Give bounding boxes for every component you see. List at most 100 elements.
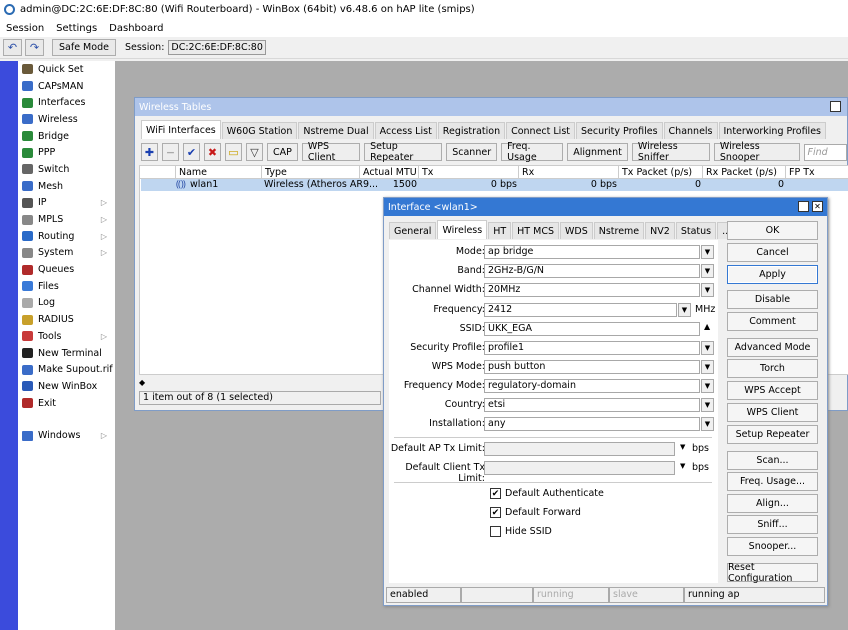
snooper-button[interactable]: Snooper... — [727, 537, 818, 556]
sidebar-item-ppp[interactable]: PPP — [18, 144, 115, 161]
sidebar-item-queues[interactable]: Queues — [18, 261, 115, 278]
sidebar-item-system[interactable]: System ▷ — [18, 245, 115, 262]
checkbox-icon[interactable] — [490, 526, 501, 537]
dropdown-icon[interactable]: ▼ — [680, 462, 685, 470]
tab-connect-list[interactable]: Connect List — [506, 122, 576, 139]
column-fp-tx[interactable]: FP Tx — [786, 166, 848, 179]
sidebar-item-new-terminal[interactable]: New Terminal — [18, 345, 115, 362]
sidebar-item-ip[interactable]: IP ▷ — [18, 195, 115, 212]
alignment-button[interactable]: Alignment — [567, 143, 628, 161]
redo-icon[interactable]: ↷ — [25, 39, 44, 56]
torch-button[interactable]: Torch — [727, 359, 818, 378]
setup-repeater-button[interactable]: Setup Repeater — [727, 425, 818, 444]
enable-icon[interactable]: ✔ — [183, 143, 200, 161]
tab-nv2[interactable]: NV2 — [645, 222, 675, 239]
sidebar-item-exit[interactable]: Exit — [18, 395, 115, 412]
comment-button[interactable]: Comment — [727, 312, 818, 331]
scan-button[interactable]: Scan... — [727, 451, 818, 470]
sidebar-item-mesh[interactable]: Mesh — [18, 178, 115, 195]
tab-wifi-interfaces[interactable]: WiFi Interfaces — [141, 120, 221, 139]
default-authenticate-checkbox[interactable]: ✔ Default Authenticate — [490, 488, 604, 499]
checkbox-icon[interactable]: ✔ — [490, 488, 501, 499]
sidebar-item-tools[interactable]: Tools ▷ — [18, 328, 115, 345]
tab-ht[interactable]: HT — [488, 222, 512, 239]
menu-session[interactable]: Session — [0, 23, 50, 34]
sidebar-item-quick-set[interactable]: Quick Set — [18, 61, 115, 78]
security-profile-select[interactable]: profile1 — [484, 341, 700, 355]
mode-select[interactable]: ap bridge — [484, 245, 700, 259]
tab-nstreme-dual[interactable]: Nstreme Dual — [298, 122, 374, 139]
remove-icon[interactable]: − — [162, 143, 179, 161]
menu-settings[interactable]: Settings — [50, 23, 103, 34]
column-name[interactable]: Name — [176, 166, 262, 179]
sidebar-item-interfaces[interactable]: Interfaces — [18, 94, 115, 111]
wps-client-button[interactable]: WPS Client — [727, 403, 818, 422]
scanner-button[interactable]: Scanner — [446, 143, 498, 161]
cap-button[interactable]: CAP — [267, 143, 298, 161]
column-rx[interactable]: Rx — [519, 166, 619, 179]
sidebar-item-radius[interactable]: RADIUS — [18, 311, 115, 328]
wps-mode-select[interactable]: push button — [484, 360, 700, 374]
dropdown-icon[interactable]: ▼ — [678, 303, 691, 317]
filter-icon[interactable]: ▽ — [246, 143, 263, 161]
tab-ht-mcs[interactable]: HT MCS — [512, 222, 559, 239]
apply-button[interactable]: Apply — [727, 265, 818, 284]
wps-accept-button[interactable]: WPS Accept — [727, 381, 818, 400]
maximize-icon[interactable] — [798, 201, 809, 212]
sidebar-item-make-supout-rif[interactable]: Make Supout.rif — [18, 361, 115, 378]
frequency-select[interactable]: 2412 — [484, 303, 677, 317]
reset-configuration-button[interactable]: Reset Configuration — [727, 562, 818, 584]
tab-wireless[interactable]: Wireless — [437, 220, 488, 239]
column-actual-mtu[interactable]: Actual MTU — [360, 166, 419, 179]
client-tx-limit-input[interactable] — [484, 461, 675, 475]
setup-repeater-button[interactable]: Setup Repeater — [364, 141, 443, 163]
scroll-left-icon[interactable]: ◆ — [139, 378, 145, 387]
tab-security-profiles[interactable]: Security Profiles — [576, 122, 663, 139]
column-type[interactable]: Type — [262, 166, 360, 179]
freq-usage-button[interactable]: Freq. Usage... — [727, 472, 818, 491]
close-icon[interactable]: ✕ — [812, 201, 823, 212]
frequency-mode-select[interactable]: regulatory-domain — [484, 379, 700, 393]
installation-select[interactable]: any — [484, 417, 700, 431]
wireless-snooper-button[interactable]: Wireless Snooper — [713, 141, 800, 163]
tab-access-list[interactable]: Access List — [374, 122, 437, 139]
tab-w60g-station[interactable]: W60G Station — [221, 122, 298, 139]
collapse-icon[interactable]: ▲ — [704, 322, 710, 331]
dropdown-icon[interactable]: ▼ — [701, 264, 714, 278]
wps-client-button[interactable]: WPS Client — [301, 141, 361, 163]
disable-button[interactable]: Disable — [727, 290, 818, 309]
add-icon[interactable]: ✚ — [141, 143, 158, 161]
dropdown-icon[interactable]: ▼ — [701, 283, 714, 297]
dropdown-icon[interactable]: ▼ — [680, 443, 685, 451]
ok-button[interactable]: OK — [727, 221, 818, 240]
default-forward-checkbox[interactable]: ✔ Default Forward — [490, 507, 581, 518]
disable-icon[interactable]: ✖ — [204, 143, 221, 161]
band-select[interactable]: 2GHz-B/G/N — [484, 264, 700, 278]
tab-nstreme[interactable]: Nstreme — [593, 222, 645, 239]
dropdown-icon[interactable]: ▼ — [701, 417, 714, 431]
tab-registration[interactable]: Registration — [437, 122, 506, 139]
menu-dashboard[interactable]: Dashboard — [103, 23, 169, 34]
ssid-input[interactable]: UKK_EGA — [484, 322, 700, 336]
sidebar-item-bridge[interactable]: Bridge — [18, 128, 115, 145]
tab-general[interactable]: General — [389, 222, 437, 239]
comment-icon[interactable]: ▭ — [225, 143, 242, 161]
sniff-button[interactable]: Sniff... — [727, 515, 818, 534]
sidebar-item-routing[interactable]: Routing ▷ — [18, 228, 115, 245]
freq-usage-button[interactable]: Freq. Usage — [501, 141, 564, 163]
undo-icon[interactable]: ↶ — [3, 39, 22, 56]
checkbox-icon[interactable]: ✔ — [490, 507, 501, 518]
dropdown-icon[interactable]: ▼ — [701, 341, 714, 355]
cancel-button[interactable]: Cancel — [727, 243, 818, 262]
hide-ssid-checkbox[interactable]: Hide SSID — [490, 526, 552, 537]
tab-wds[interactable]: WDS — [559, 222, 593, 239]
wireless-sniffer-button[interactable]: Wireless Sniffer — [631, 141, 710, 163]
sidebar-item-switch[interactable]: Switch — [18, 161, 115, 178]
advanced-mode-button[interactable]: Advanced Mode — [727, 338, 818, 357]
tab-channels[interactable]: Channels — [663, 122, 718, 139]
sidebar-item-windows[interactable]: Windows ▷ — [18, 427, 115, 444]
channel-width-select[interactable]: 20MHz — [484, 283, 700, 297]
column-tx-packet[interactable]: Tx Packet (p/s) — [619, 166, 703, 179]
sidebar-item-files[interactable]: Files — [18, 278, 115, 295]
session-field[interactable]: DC:2C:6E:DF:8C:80 — [168, 40, 266, 55]
